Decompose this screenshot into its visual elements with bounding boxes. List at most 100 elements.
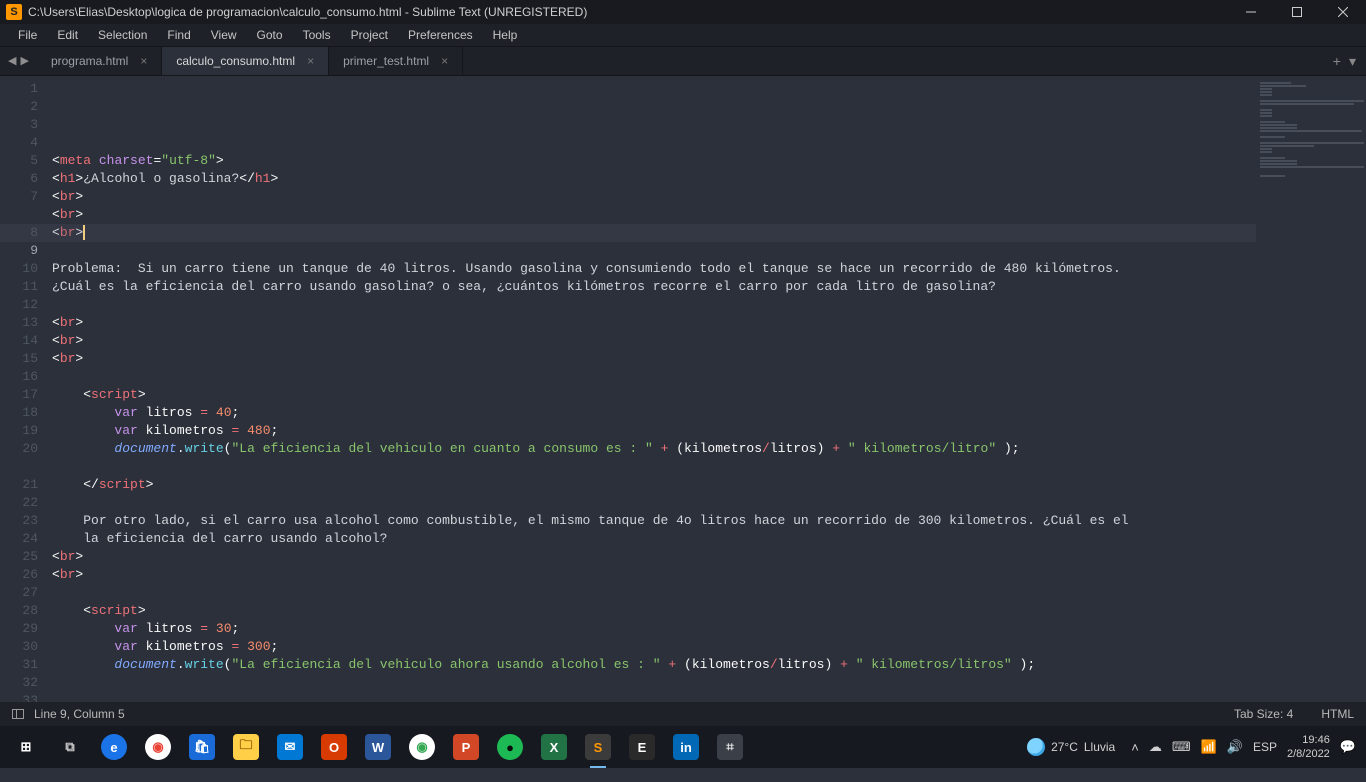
menu-preferences[interactable]: Preferences: [398, 28, 483, 42]
taskbar-app-explorer[interactable]: 🗀: [224, 726, 268, 768]
chrome2-icon: ◉: [409, 734, 435, 760]
editor-area[interactable]: 1234567 891011121314151617181920 2122232…: [0, 76, 1366, 702]
taskbar-app-start[interactable]: ⊞: [4, 726, 48, 768]
window-titlebar: S C:\Users\Elias\Desktop\logica de progr…: [0, 0, 1366, 24]
taskbar-app-word[interactable]: W: [356, 726, 400, 768]
cursor-position: Line 9, Column 5: [34, 707, 125, 721]
menu-bar: FileEditSelectionFindViewGotoToolsProjec…: [0, 24, 1366, 46]
menu-view[interactable]: View: [201, 28, 247, 42]
window-title: C:\Users\Elias\Desktop\logica de program…: [28, 5, 1228, 19]
taskbar-app-office[interactable]: O: [312, 726, 356, 768]
syntax-indicator[interactable]: HTML: [1321, 707, 1354, 721]
taskbar-app-sublime[interactable]: S: [576, 726, 620, 768]
taskbar-app-powerpoint[interactable]: P: [444, 726, 488, 768]
spotify-icon: ●: [497, 734, 523, 760]
code-content[interactable]: <meta charset="utf-8"><h1>¿Alcohol o gas…: [52, 76, 1256, 702]
taskbar-app-excel[interactable]: X: [532, 726, 576, 768]
taskbar-app-epic[interactable]: E: [620, 726, 664, 768]
code-line: var litros = 40;: [52, 404, 1256, 422]
new-tab-button[interactable]: +: [1333, 53, 1341, 69]
intel-icon: in: [673, 734, 699, 760]
code-line: <br>: [52, 206, 1256, 224]
taskbar-app-intel[interactable]: in: [664, 726, 708, 768]
taskbar-app-edge[interactable]: e: [92, 726, 136, 768]
epic-icon: E: [629, 734, 655, 760]
clock-time: 19:46: [1287, 733, 1330, 747]
tab-size-indicator[interactable]: Tab Size: 4: [1234, 707, 1293, 721]
taskbar-app-mail[interactable]: ✉: [268, 726, 312, 768]
clock-date: 2/8/2022: [1287, 747, 1330, 761]
tab-close-icon[interactable]: ×: [140, 54, 147, 68]
tray-volume-icon[interactable]: 🔊: [1227, 739, 1243, 755]
code-line: [52, 368, 1256, 386]
code-line: <script>: [52, 602, 1256, 620]
code-line: <h1>¿Alcohol o gasolina?</h1>: [52, 170, 1256, 188]
weather-widget[interactable]: 27°C Lluvia: [1027, 738, 1115, 756]
tray-onedrive-icon[interactable]: ☁: [1149, 739, 1162, 755]
code-line: var kilometros = 480;: [52, 422, 1256, 440]
menu-project[interactable]: Project: [341, 28, 398, 42]
code-line: document.write("La eficiencia del vehicu…: [52, 440, 1256, 458]
menu-edit[interactable]: Edit: [47, 28, 88, 42]
close-button[interactable]: [1320, 0, 1366, 24]
clock[interactable]: 19:46 2/8/2022: [1287, 733, 1330, 761]
tab-close-icon[interactable]: ×: [307, 54, 314, 68]
code-line: [52, 584, 1256, 602]
taskbar-app-task-view[interactable]: ⧉: [48, 726, 92, 768]
notifications-icon[interactable]: 💬: [1340, 739, 1356, 755]
tab-calculo_consumo-html[interactable]: calculo_consumo.html ×: [162, 47, 329, 75]
tab-programa-html[interactable]: programa.html ×: [37, 47, 162, 75]
menu-help[interactable]: Help: [483, 28, 528, 42]
menu-file[interactable]: File: [8, 28, 47, 42]
app-icon: S: [6, 4, 22, 20]
taskbar-app-spotify[interactable]: ●: [488, 726, 532, 768]
menu-goto[interactable]: Goto: [247, 28, 293, 42]
maximize-button[interactable]: [1274, 0, 1320, 24]
taskbar-app-chrome[interactable]: ◉: [136, 726, 180, 768]
tab-history-nav[interactable]: ◀ ▶: [0, 47, 37, 75]
code-line: <br>: [52, 188, 1256, 206]
code-line: [52, 674, 1256, 692]
code-line: var litros = 30;: [52, 620, 1256, 638]
code-line: <br>: [52, 224, 1256, 242]
tab-label: programa.html: [51, 54, 128, 68]
calculator-icon: ⌗: [717, 734, 743, 760]
tab-primer_test-html[interactable]: primer_test.html ×: [329, 47, 463, 75]
tray-wifi-icon[interactable]: 📶: [1201, 739, 1217, 755]
code-line: <meta charset="utf-8">: [52, 152, 1256, 170]
tray-keyboard-icon[interactable]: ⌨: [1172, 739, 1191, 755]
minimize-button[interactable]: [1228, 0, 1274, 24]
taskbar-app-store[interactable]: 🛍: [180, 726, 224, 768]
back-icon[interactable]: ◀: [8, 54, 16, 68]
language-indicator[interactable]: ESP: [1253, 740, 1277, 754]
text-cursor: [83, 225, 85, 240]
tab-bar: ◀ ▶ programa.html×calculo_consumo.html×p…: [0, 46, 1366, 76]
system-tray: 27°C Lluvia ˄ ☁ ⌨ 📶 🔊 ESP 19:46 2/8/2022…: [1027, 733, 1362, 761]
code-line: var kilometros = 300;: [52, 638, 1256, 656]
status-bar: Line 9, Column 5 Tab Size: 4 HTML: [0, 702, 1366, 726]
menu-selection[interactable]: Selection: [88, 28, 157, 42]
store-icon: 🛍: [189, 734, 215, 760]
start-icon: ⊞: [13, 734, 39, 760]
menu-find[interactable]: Find: [157, 28, 200, 42]
windows-taskbar: ⊞⧉e◉🛍🗀✉OW◉P●XSEin⌗ 27°C Lluvia ˄ ☁ ⌨ 📶 🔊…: [0, 726, 1366, 768]
code-line: <br>: [52, 314, 1256, 332]
tab-label: calculo_consumo.html: [176, 54, 295, 68]
code-line: Problema: Si un carro tiene un tanque de…: [52, 260, 1256, 278]
minimap[interactable]: [1256, 76, 1366, 702]
sublime-icon: S: [585, 734, 611, 760]
taskbar-app-chrome2[interactable]: ◉: [400, 726, 444, 768]
code-line: Por otro lado, si el carro usa alcohol c…: [52, 512, 1256, 530]
tab-close-icon[interactable]: ×: [441, 54, 448, 68]
code-line: <br>: [52, 566, 1256, 584]
tab-overflow-button[interactable]: ▾: [1349, 53, 1356, 70]
weather-condition: Lluvia: [1084, 740, 1115, 754]
tray-chevron-icon[interactable]: ˄: [1131, 740, 1139, 755]
tab-label: primer_test.html: [343, 54, 429, 68]
forward-icon[interactable]: ▶: [20, 54, 28, 68]
panel-toggle-icon[interactable]: [12, 709, 24, 719]
taskbar-app-calculator[interactable]: ⌗: [708, 726, 752, 768]
menu-tools[interactable]: Tools: [293, 28, 341, 42]
code-line-wrap: la eficiencia del carro usando alcohol?: [52, 530, 1256, 548]
code-line: <br>: [52, 332, 1256, 350]
